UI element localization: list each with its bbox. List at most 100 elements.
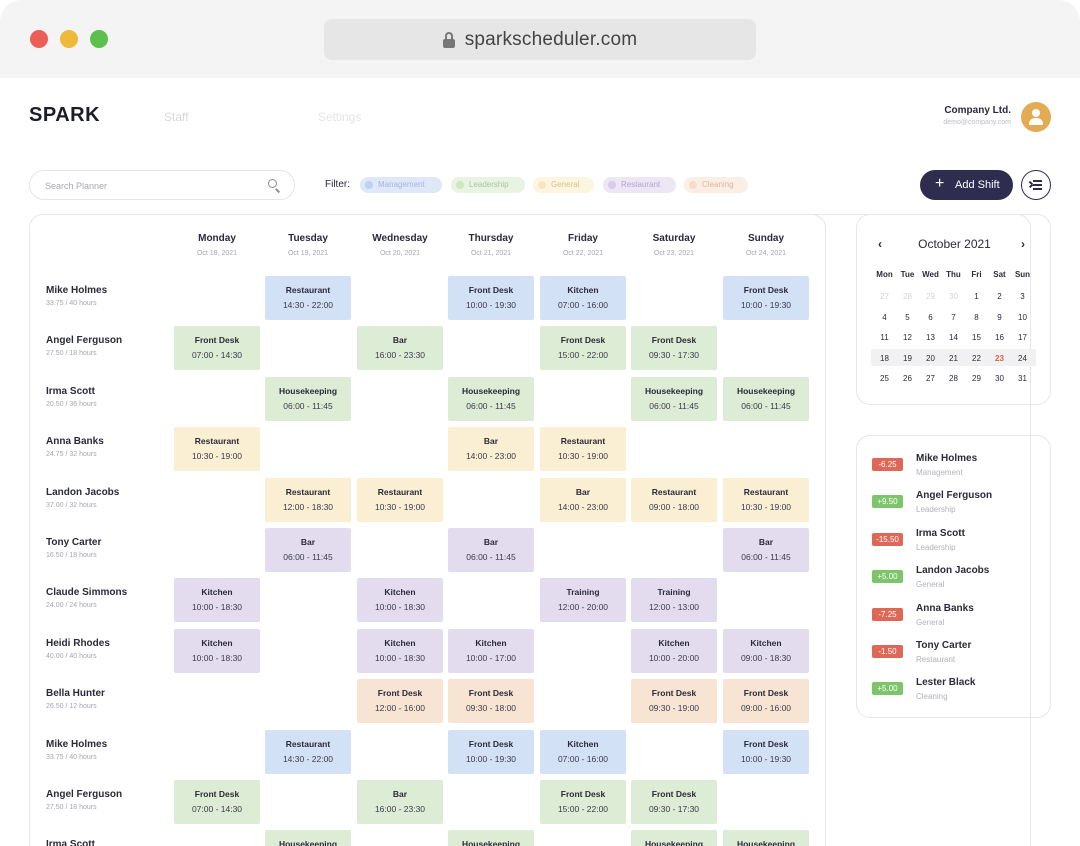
maximize-window-button[interactable] <box>90 30 108 48</box>
shift-block[interactable]: Restaurant 10:30 - 19:00 <box>723 477 809 522</box>
nav-staff[interactable]: Staff <box>164 110 188 124</box>
app-logo[interactable]: SPARK <box>29 104 100 127</box>
shift-block[interactable]: Housekeeping <box>631 830 717 846</box>
calendar-day[interactable]: 9 <box>988 313 1011 322</box>
calendar-day[interactable]: 26 <box>896 374 919 383</box>
balance-employee-name[interactable]: Anna Banks <box>916 603 974 614</box>
balance-employee-name[interactable]: Mike Holmes <box>916 453 977 464</box>
shift-block[interactable]: Housekeeping <box>265 830 351 846</box>
calendar-day[interactable]: 2 <box>988 292 1011 301</box>
shift-block[interactable]: Front Desk 09:30 - 19:00 <box>631 679 717 724</box>
calendar-day[interactable]: 13 <box>919 333 942 342</box>
nav-settings[interactable]: Settings <box>318 110 361 124</box>
shift-block[interactable]: Restaurant 10:30 - 19:00 <box>540 427 626 472</box>
filter-chip-general[interactable]: General <box>533 177 594 193</box>
employee-row-label[interactable]: Mike Holmes 33.75 / 40 hours <box>46 739 107 761</box>
shift-block[interactable]: Front Desk 15:00 - 22:00 <box>540 326 626 371</box>
calendar-day[interactable]: 8 <box>965 313 988 322</box>
calendar-day[interactable]: 19 <box>896 354 919 363</box>
shift-block[interactable]: Bar 06:00 - 11:45 <box>723 528 809 572</box>
calendar-day[interactable]: 24 <box>1011 354 1034 363</box>
calendar-day[interactable]: 30 <box>942 292 965 301</box>
shift-block[interactable]: Front Desk 09:00 - 16:00 <box>723 679 809 724</box>
calendar-day[interactable]: 14 <box>942 333 965 342</box>
shift-block[interactable]: Front Desk 10:00 - 19:30 <box>448 276 534 320</box>
calendar-day[interactable]: 27 <box>873 292 896 301</box>
calendar-day[interactable]: 5 <box>896 313 919 322</box>
calendar-day[interactable]: 10 <box>1011 313 1034 322</box>
employee-row-label[interactable]: Claude Simmons 24.00 / 24 hours <box>46 587 127 609</box>
shift-block[interactable]: Housekeeping 06:00 - 11:45 <box>448 376 534 421</box>
calendar-day[interactable]: 16 <box>988 333 1011 342</box>
minimize-window-button[interactable] <box>60 30 78 48</box>
close-window-button[interactable] <box>30 30 48 48</box>
calendar-day[interactable]: 30 <box>988 374 1011 383</box>
shift-block[interactable]: Kitchen 10:00 - 18:30 <box>174 628 260 673</box>
shift-block[interactable]: Front Desk 09:30 - 18:00 <box>448 679 534 724</box>
next-month-chevron-right-icon[interactable]: › <box>1021 237 1025 251</box>
filter-chip-management[interactable]: Management <box>360 177 442 193</box>
employee-row-label[interactable]: Mike Holmes 33.75 / 40 hours <box>46 285 107 307</box>
calendar-day[interactable]: 1 <box>965 292 988 301</box>
shift-block[interactable]: Restaurant 09:00 - 18:00 <box>631 477 717 522</box>
employee-row-label[interactable]: Angel Ferguson 27.50 / 18 hours <box>46 789 122 811</box>
shift-block[interactable]: Kitchen 07:00 - 16:00 <box>540 276 626 320</box>
shift-block[interactable]: Housekeeping 06:00 - 11:45 <box>723 376 809 421</box>
employee-row-label[interactable]: Bella Hunter 26.50 / 12 hours <box>46 688 105 710</box>
balance-employee-name[interactable]: Landon Jacobs <box>916 565 989 576</box>
shift-block[interactable]: Restaurant 10:30 - 19:00 <box>357 477 443 522</box>
shift-block[interactable]: Front Desk 07:00 - 14:30 <box>174 780 260 824</box>
shift-block[interactable]: Bar 06:00 - 11:45 <box>448 528 534 572</box>
calendar-day[interactable]: 27 <box>919 374 942 383</box>
shift-block[interactable]: Front Desk 10:00 - 19:30 <box>448 729 534 774</box>
balance-employee-name[interactable]: Lester Black <box>916 677 975 688</box>
calendar-day[interactable]: 6 <box>919 313 942 322</box>
shift-block[interactable]: Housekeeping 06:00 - 11:45 <box>631 376 717 421</box>
employee-row-label[interactable]: Landon Jacobs 37.00 / 32 hours <box>46 487 119 509</box>
shift-block[interactable]: Restaurant 14:30 - 22:00 <box>265 276 351 320</box>
filter-chip-leadership[interactable]: Leadership <box>451 177 525 193</box>
calendar-day[interactable]: 28 <box>942 374 965 383</box>
filter-chip-cleaning[interactable]: Cleaning <box>684 177 748 193</box>
shift-block[interactable]: Front Desk 10:00 - 19:30 <box>723 729 809 774</box>
calendar-day[interactable]: 29 <box>965 374 988 383</box>
calendar-day[interactable]: 23 <box>988 354 1011 363</box>
calendar-day[interactable]: 17 <box>1011 333 1034 342</box>
search-input[interactable]: Search Planner <box>29 170 295 200</box>
shift-block[interactable]: Kitchen 10:00 - 18:30 <box>174 578 260 623</box>
shift-block[interactable]: Kitchen 10:00 - 18:30 <box>357 578 443 623</box>
calendar-day[interactable]: 28 <box>896 292 919 301</box>
shift-block[interactable]: Bar 16:00 - 23:30 <box>357 780 443 824</box>
calendar-day[interactable]: 22 <box>965 354 988 363</box>
employee-row-label[interactable]: Irma Scott <box>46 839 95 846</box>
calendar-day[interactable]: 15 <box>965 333 988 342</box>
calendar-day[interactable]: 3 <box>1011 292 1034 301</box>
employee-row-label[interactable]: Tony Carter 16.50 / 18 hours <box>46 537 101 559</box>
shift-block[interactable]: Restaurant 10:30 - 19:00 <box>174 427 260 472</box>
shift-block[interactable]: Housekeeping 06:00 - 11:45 <box>265 376 351 421</box>
search-icon[interactable] <box>268 179 281 193</box>
shift-block[interactable]: Restaurant 12:00 - 18:30 <box>265 477 351 522</box>
calendar-day[interactable]: 11 <box>873 333 896 342</box>
employee-row-label[interactable]: Angel Ferguson 27.50 / 18 hours <box>46 335 122 357</box>
shift-block[interactable]: Front Desk 09:30 - 17:30 <box>631 780 717 824</box>
shift-block[interactable]: Kitchen 10:00 - 20:00 <box>631 628 717 673</box>
shift-block[interactable]: Kitchen 10:00 - 18:30 <box>357 628 443 673</box>
balance-employee-name[interactable]: Tony Carter <box>916 640 971 651</box>
shift-block[interactable]: Training 12:00 - 13:00 <box>631 578 717 623</box>
employee-row-label[interactable]: Heidi Rhodes 40.00 / 40 hours <box>46 638 110 660</box>
calendar-day[interactable]: 7 <box>942 313 965 322</box>
shift-block[interactable]: Housekeeping <box>723 830 809 846</box>
calendar-day[interactable]: 29 <box>919 292 942 301</box>
shift-block[interactable]: Bar 14:00 - 23:00 <box>448 427 534 472</box>
shift-block[interactable]: Kitchen 07:00 - 16:00 <box>540 729 626 774</box>
shift-block[interactable]: Training 12:00 - 20:00 <box>540 578 626 623</box>
calendar-day[interactable]: 4 <box>873 313 896 322</box>
calendar-day[interactable]: 12 <box>896 333 919 342</box>
filter-chip-restaurant[interactable]: Restaurant <box>603 177 676 193</box>
calendar-day[interactable]: 18 <box>873 354 896 363</box>
shift-block[interactable]: Kitchen 09:00 - 18:30 <box>723 628 809 673</box>
list-view-button[interactable] <box>1021 170 1051 200</box>
add-shift-button[interactable]: + Add Shift <box>920 170 1013 200</box>
calendar-day[interactable]: 31 <box>1011 374 1034 383</box>
